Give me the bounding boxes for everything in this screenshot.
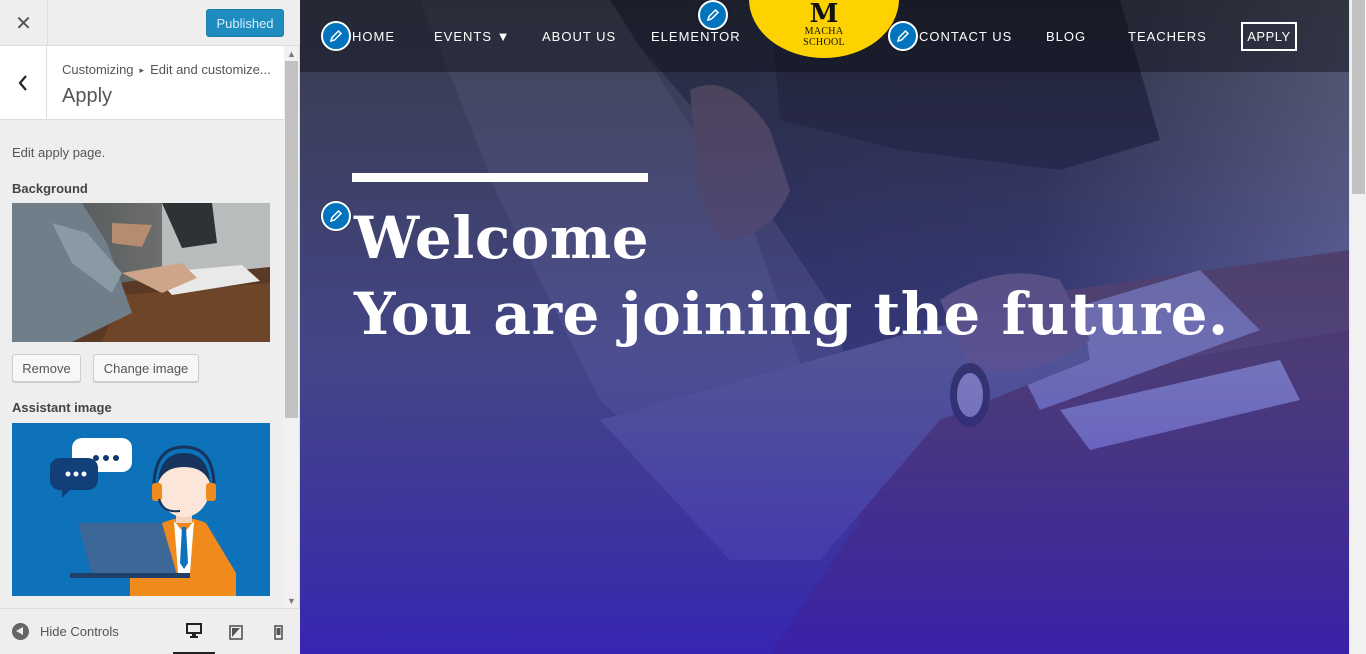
customizer-header: ✕ Published — [0, 0, 300, 46]
scroll-down-arrow-icon[interactable]: ▼ — [284, 593, 299, 608]
preview-tablet-button[interactable] — [215, 609, 257, 654]
tablet-icon — [229, 624, 243, 640]
scroll-up-arrow-icon[interactable]: ▲ — [284, 46, 299, 61]
background-photo — [12, 203, 270, 342]
preview-scrollbar[interactable] — [1349, 0, 1366, 654]
close-customizer-button[interactable]: ✕ — [0, 0, 48, 46]
customizer-panel: Customizing ▸ Edit and customize... Apply … — [0, 46, 284, 608]
publish-button[interactable]: Published — [206, 9, 284, 37]
preview-mobile-button[interactable] — [257, 609, 299, 654]
preview-desktop-button[interactable] — [173, 609, 215, 654]
hero-heading: Welcome You are joining the future. — [354, 200, 1229, 352]
breadcrumb-current: Edit and customize... — [150, 62, 271, 77]
section-title-box: Customizing ▸ Edit and customize... Apply — [0, 46, 284, 120]
breadcrumb-separator: ▸ — [139, 65, 145, 75]
desktop-icon — [186, 623, 202, 638]
logo-name: MACHA SCHOOL — [803, 26, 845, 48]
hide-controls-label: Hide Controls — [40, 624, 119, 639]
nav-apply-button[interactable]: APPLY — [1241, 22, 1297, 51]
back-button[interactable] — [0, 46, 47, 120]
assistant-image-label: Assistant image — [12, 400, 112, 415]
logo-letter: M — [809, 0, 839, 29]
background-image-preview[interactable] — [12, 203, 270, 342]
section-description: Edit apply page. — [12, 145, 106, 160]
hide-controls-button[interactable]: Hide Controls — [12, 623, 119, 640]
breadcrumb-parent: Customizing — [62, 62, 134, 77]
nav-contact-us[interactable]: CONTACT US — [919, 29, 1012, 44]
site-preview: HOME EVENTS ▼ ABOUT US ELEMENTOR M MACHA… — [300, 0, 1349, 654]
nav-elementor[interactable]: ELEMENTOR — [651, 29, 741, 44]
edit-secondary-menu-pencil-icon[interactable] — [888, 21, 918, 51]
close-icon: ✕ — [15, 12, 32, 35]
sidebar-scrollbar[interactable]: ▲ ▼ — [284, 46, 299, 608]
section-title: Apply — [62, 85, 113, 107]
edit-hero-pencil-icon[interactable] — [321, 201, 351, 231]
remove-background-button[interactable]: Remove — [12, 354, 81, 382]
nav-home[interactable]: HOME — [352, 29, 395, 44]
logo-line-1: MACHA — [804, 26, 844, 37]
background-label: Background — [12, 181, 88, 196]
customizer-sidebar: ✕ Published Customizing ▸ Edit and customi… — [0, 0, 300, 654]
breadcrumb: Customizing ▸ Edit and customize... — [62, 62, 271, 77]
change-image-button[interactable]: Change image — [93, 354, 199, 382]
assistant-image-preview[interactable] — [12, 423, 270, 596]
nav-teachers[interactable]: TEACHERS — [1128, 29, 1207, 44]
logo-line-2: SCHOOL — [803, 37, 845, 48]
edit-menu-pencil-icon[interactable] — [321, 21, 351, 51]
collapse-icon — [12, 623, 29, 640]
site-navigation: HOME EVENTS ▼ ABOUT US ELEMENTOR M MACHA… — [300, 0, 1349, 72]
hero-divider — [352, 173, 648, 182]
nav-blog[interactable]: BLOG — [1046, 29, 1086, 44]
nav-about-us[interactable]: ABOUT US — [542, 29, 616, 44]
sidebar-scrollbar-thumb[interactable] — [285, 61, 298, 418]
hero-line-1: Welcome — [354, 204, 650, 272]
customizer-footer: Hide Controls — [0, 608, 300, 654]
chevron-left-icon — [18, 75, 27, 91]
hero-line-2: You are joining the future. — [354, 280, 1229, 348]
site-logo[interactable]: M MACHA SCHOOL — [749, 0, 899, 58]
edit-logo-pencil-icon[interactable] — [698, 0, 728, 30]
preview-scrollbar-thumb[interactable] — [1352, 0, 1365, 194]
support-agent-illustration — [12, 423, 270, 596]
mobile-icon — [273, 624, 283, 640]
nav-events[interactable]: EVENTS ▼ — [434, 29, 511, 44]
